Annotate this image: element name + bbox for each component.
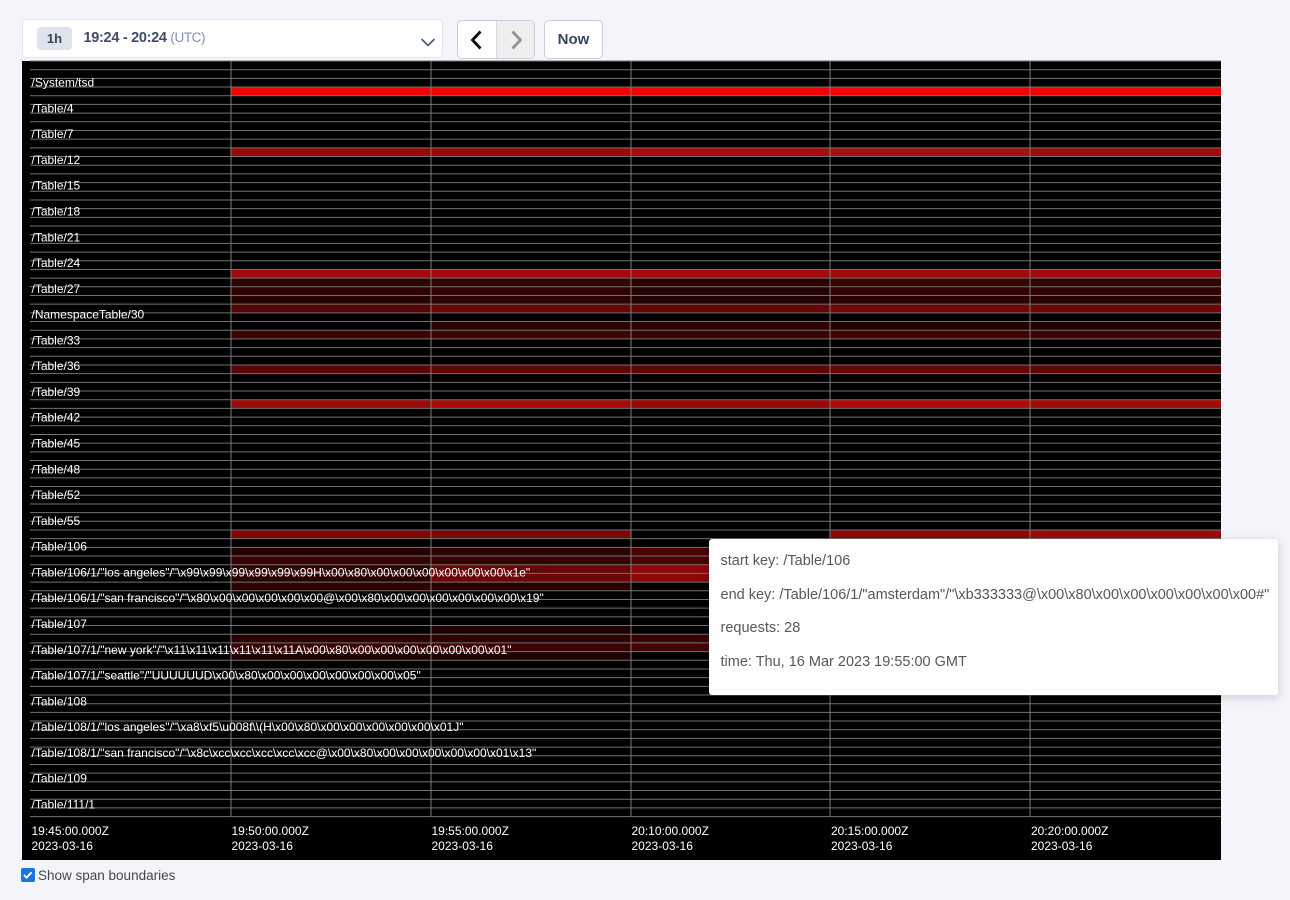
svg-text:19:55:00.000Z: 19:55:00.000Z <box>432 824 509 838</box>
svg-text:/Table/108/1/"san francisco"/": /Table/108/1/"san francisco"/"\x8c\xcc\x… <box>32 746 537 760</box>
svg-text:/Table/107/1/"seattle"/"UUUUUU: /Table/107/1/"seattle"/"UUUUUUD\x00\x80\… <box>32 669 421 683</box>
svg-text:/Table/24: /Table/24 <box>32 256 81 270</box>
svg-text:/Table/39: /Table/39 <box>32 385 81 399</box>
svg-text:/Table/4: /Table/4 <box>32 101 74 115</box>
svg-text:/Table/42: /Table/42 <box>32 411 81 425</box>
svg-text:/Table/108/1/"los angeles"/"\x: /Table/108/1/"los angeles"/"\xa8\xf5\u00… <box>32 720 464 734</box>
svg-text:/Table/33: /Table/33 <box>32 333 81 347</box>
svg-text:2023-03-16: 2023-03-16 <box>32 839 94 853</box>
svg-text:/Table/18: /Table/18 <box>32 205 81 219</box>
svg-text:19:50:00.000Z: 19:50:00.000Z <box>232 824 309 838</box>
svg-text:2023-03-16: 2023-03-16 <box>1031 839 1093 853</box>
svg-text:2023-03-16: 2023-03-16 <box>232 839 294 853</box>
svg-text:/Table/7: /Table/7 <box>32 127 74 141</box>
svg-text:/System/tsd: /System/tsd <box>32 76 95 90</box>
svg-text:/Table/12: /Table/12 <box>32 153 81 167</box>
svg-text:/Table/106: /Table/106 <box>32 540 88 554</box>
svg-text:/Table/108: /Table/108 <box>32 694 88 708</box>
svg-text:/Table/107/1/"new york"/"\x11\: /Table/107/1/"new york"/"\x11\x11\x11\x1… <box>32 643 512 657</box>
svg-text:/Table/106/1/"los angeles"/"\x: /Table/106/1/"los angeles"/"\x99\x99\x99… <box>32 565 531 579</box>
svg-text:/Table/27: /Table/27 <box>32 282 81 296</box>
svg-text:/Table/45: /Table/45 <box>32 437 81 451</box>
svg-text:2023-03-16: 2023-03-16 <box>831 839 893 853</box>
svg-text:/Table/15: /Table/15 <box>32 179 81 193</box>
svg-text:2023-03-16: 2023-03-16 <box>432 839 494 853</box>
svg-text:/Table/48: /Table/48 <box>32 462 81 476</box>
svg-text:/Table/107: /Table/107 <box>32 617 88 631</box>
svg-text:20:15:00.000Z: 20:15:00.000Z <box>831 824 908 838</box>
svg-text:/Table/106/1/"san francisco"/": /Table/106/1/"san francisco"/"\x80\x00\x… <box>32 591 544 605</box>
svg-text:2023-03-16: 2023-03-16 <box>632 839 694 853</box>
svg-text:/Table/111/1: /Table/111/1 <box>32 797 96 811</box>
svg-text:/Table/36: /Table/36 <box>32 359 81 373</box>
svg-text:/Table/109: /Table/109 <box>32 772 88 786</box>
svg-text:20:20:00.000Z: 20:20:00.000Z <box>1031 824 1108 838</box>
svg-text:/Table/52: /Table/52 <box>32 488 81 502</box>
svg-text:/NamespaceTable/30: /NamespaceTable/30 <box>32 308 145 322</box>
svg-text:/Table/21: /Table/21 <box>32 230 81 244</box>
svg-text:20:10:00.000Z: 20:10:00.000Z <box>632 824 709 838</box>
svg-text:/Table/55: /Table/55 <box>32 514 81 528</box>
svg-text:19:45:00.000Z: 19:45:00.000Z <box>32 824 109 838</box>
